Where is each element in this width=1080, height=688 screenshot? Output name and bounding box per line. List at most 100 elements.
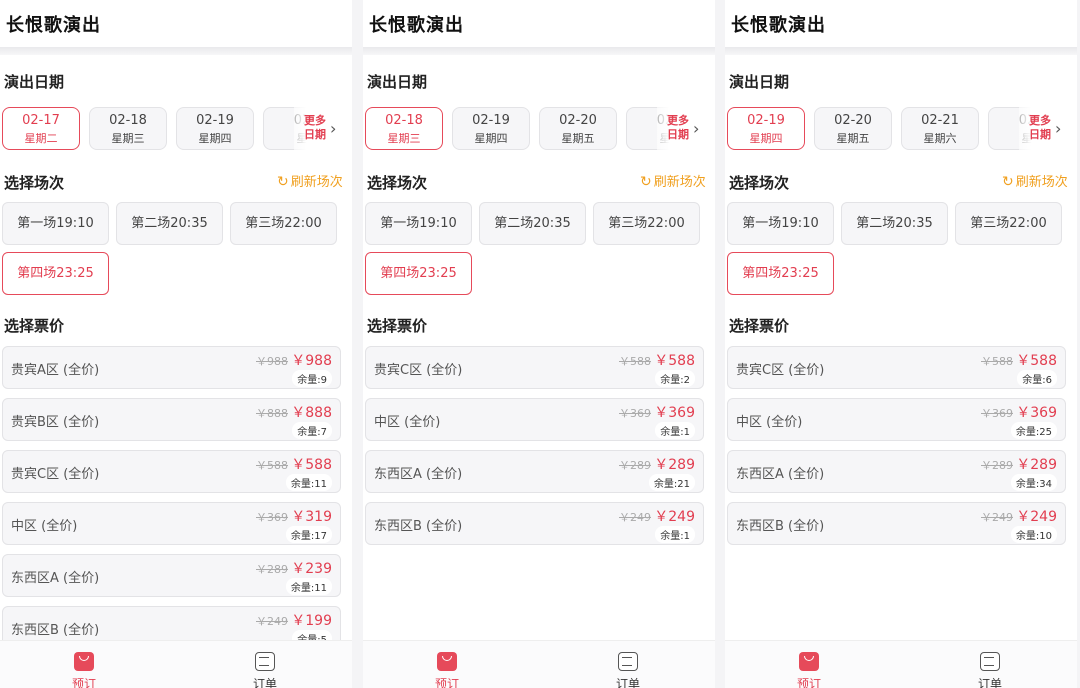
date-weekday: 星期五	[836, 132, 870, 145]
date-value: 02-20	[559, 113, 597, 128]
original-price: ￥888	[256, 407, 288, 420]
tab-orders-label: 订单	[615, 677, 640, 688]
bottom-tab-bar: 预订 订单	[0, 640, 352, 688]
refresh-icon: ↻	[640, 174, 652, 190]
current-price: ￥289	[654, 457, 695, 473]
more-dates-button[interactable]: 更多日期 ›	[657, 107, 715, 150]
session-option[interactable]: 第一场19:10	[727, 202, 834, 245]
price-option[interactable]: 中区 (全价) ￥369 ￥369 余量:1	[365, 398, 704, 441]
bottom-tab-bar: 预订 订单	[363, 640, 715, 688]
booking-panel-1: 长恨歌演出 演出日期 02-17 星期二 02-18 星期三 02-19 星期四 02…	[0, 0, 352, 688]
original-price: ￥369	[619, 407, 651, 420]
stock-badge: 余量:7	[292, 422, 332, 439]
current-price: ￥199	[291, 613, 332, 629]
session-option[interactable]: 第四场23:25	[2, 252, 109, 295]
original-price: ￥249	[981, 511, 1013, 524]
date-section-title: 演出日期	[4, 73, 65, 91]
tab-book-label: 预订	[71, 677, 96, 688]
original-price: ￥369	[256, 511, 288, 524]
session-option[interactable]: 第一场19:10	[365, 202, 472, 245]
price-option[interactable]: 东西区A (全价) ￥289 ￥289 余量:21	[365, 450, 704, 493]
tab-orders[interactable]: 订单	[950, 641, 1030, 688]
more-dates-button[interactable]: 更多日期 ›	[294, 107, 352, 150]
tab-orders[interactable]: 订单	[588, 641, 668, 688]
date-option[interactable]: 02-19 星期四	[176, 107, 254, 150]
app-header: 长恨歌演出	[725, 0, 1077, 47]
price-option[interactable]: 贵宾C区 (全价) ￥588 ￥588 余量:6	[727, 346, 1066, 389]
date-option[interactable]: 02-19 星期四	[452, 107, 530, 150]
date-option[interactable]: 02-21 星期六	[901, 107, 979, 150]
tab-book[interactable]: 预订	[407, 641, 487, 688]
chevron-right-icon: ›	[693, 119, 700, 138]
price-option[interactable]: 东西区A (全价) ￥289 ￥289 余量:34	[727, 450, 1066, 493]
price-option[interactable]: 贵宾C区 (全价) ￥588 ￥588 余量:11	[2, 450, 341, 493]
price-section-title: 选择票价	[367, 317, 428, 335]
tab-orders-label: 订单	[977, 677, 1002, 688]
date-weekday: 星期三	[387, 132, 421, 145]
original-price: ￥988	[256, 355, 288, 368]
price-option[interactable]: 中区 (全价) ￥369 ￥319 余量:17	[2, 502, 341, 545]
date-section-title: 演出日期	[729, 73, 790, 91]
session-option[interactable]: 第二场20:35	[479, 202, 586, 245]
session-section-title: 选择场次	[4, 174, 65, 192]
header-divider	[725, 47, 1077, 55]
refresh-sessions-button[interactable]: ↻ 刷新场次	[277, 171, 343, 190]
price-option[interactable]: 东西区A (全价) ￥289 ￥239 余量:11	[2, 554, 341, 597]
date-option[interactable]: 02-20 星期五	[814, 107, 892, 150]
page-title: 长恨歌演出	[369, 15, 464, 36]
price-option[interactable]: 贵宾C区 (全价) ￥588 ￥588 余量:2	[365, 346, 704, 389]
date-weekday: 星期四	[198, 132, 232, 145]
session-option[interactable]: 第三场22:00	[955, 202, 1062, 245]
current-price: ￥369	[654, 405, 695, 421]
price-zone-name: 东西区A (全价)	[374, 467, 463, 482]
price-option[interactable]: 东西区B (全价) ￥249 ￥249 余量:1	[365, 502, 704, 545]
shopping-bag-icon	[74, 652, 94, 671]
price-option[interactable]: 中区 (全价) ￥369 ￥369 余量:25	[727, 398, 1066, 441]
current-price: ￥289	[1016, 457, 1057, 473]
chevron-right-icon: ›	[330, 119, 337, 138]
date-weekday: 星期三	[111, 132, 145, 145]
price-zone-name: 中区 (全价)	[736, 415, 803, 430]
original-price: ￥289	[256, 563, 288, 576]
refresh-icon: ↻	[277, 174, 289, 190]
date-value: 02-20	[834, 113, 872, 128]
session-option[interactable]: 第四场23:25	[727, 252, 834, 295]
tab-book[interactable]: 预订	[769, 641, 849, 688]
price-section-title: 选择票价	[729, 317, 790, 335]
price-option[interactable]: 贵宾A区 (全价) ￥988 ￥988 余量:9	[2, 346, 341, 389]
header-divider	[0, 47, 352, 55]
date-option[interactable]: 02-18 星期三	[89, 107, 167, 150]
date-option[interactable]: 02-17 星期二	[2, 107, 80, 150]
date-value: 02-19	[472, 113, 510, 128]
refresh-sessions-button[interactable]: ↻ 刷新场次	[640, 171, 706, 190]
original-price: ￥588	[619, 355, 651, 368]
session-option[interactable]: 第二场20:35	[841, 202, 948, 245]
tab-book-label: 预订	[796, 677, 821, 688]
refresh-sessions-button[interactable]: ↻ 刷新场次	[1002, 171, 1068, 190]
bottom-tab-bar: 预订 订单	[725, 640, 1077, 688]
more-dates-button[interactable]: 更多日期 ›	[1019, 107, 1077, 150]
session-option[interactable]: 第一场19:10	[2, 202, 109, 245]
original-price: ￥249	[619, 511, 651, 524]
current-price: ￥249	[654, 509, 695, 525]
price-zone-name: 贵宾A区 (全价)	[11, 363, 100, 378]
current-price: ￥588	[291, 457, 332, 473]
original-price: ￥369	[981, 407, 1013, 420]
tab-orders[interactable]: 订单	[225, 641, 305, 688]
price-option[interactable]: 东西区B (全价) ￥249 ￥249 余量:10	[727, 502, 1066, 545]
date-option[interactable]: 02-18 星期三	[365, 107, 443, 150]
date-option[interactable]: 02-19 星期四	[727, 107, 805, 150]
stock-badge: 余量:1	[655, 526, 695, 543]
shopping-bag-icon	[437, 652, 457, 671]
date-value: 02-21	[921, 113, 959, 128]
price-option[interactable]: 贵宾B区 (全价) ￥888 ￥888 余量:7	[2, 398, 341, 441]
session-option[interactable]: 第三场22:00	[230, 202, 337, 245]
tab-book[interactable]: 预订	[44, 641, 124, 688]
session-option[interactable]: 第四场23:25	[365, 252, 472, 295]
refresh-label: 刷新场次	[290, 175, 343, 190]
date-option[interactable]: 02-20 星期五	[539, 107, 617, 150]
chevron-right-icon: ›	[1055, 119, 1062, 138]
session-option[interactable]: 第三场22:00	[593, 202, 700, 245]
stock-badge: 余量:1	[655, 422, 695, 439]
session-option[interactable]: 第二场20:35	[116, 202, 223, 245]
